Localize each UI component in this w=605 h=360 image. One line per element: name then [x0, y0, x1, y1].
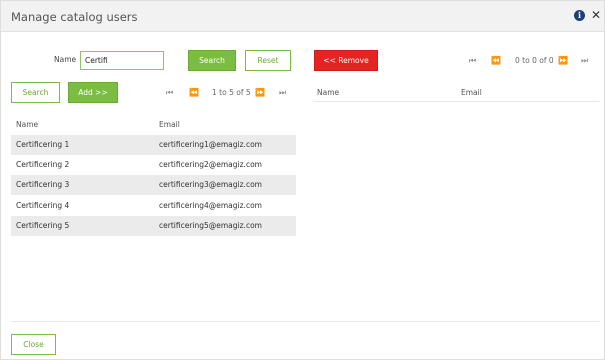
left-pager-text: 1 to 5 of 5 [212, 88, 251, 97]
row-name: Certificering 1 [16, 140, 70, 149]
name-search-input[interactable]: Certifi [80, 51, 164, 70]
row-name: Certificering 5 [16, 221, 70, 230]
row-name: Certificering 4 [16, 201, 70, 210]
close-button[interactable]: Close [11, 334, 56, 355]
previous-page-icon[interactable]: ⏪ [189, 86, 199, 100]
row-name: Certificering 3 [16, 180, 70, 189]
filter-search-button[interactable]: Search [188, 50, 236, 71]
table-row[interactable]: Certificering 5 certificering5@emagiz.co… [11, 216, 296, 236]
next-page-icon[interactable]: ⏩ [255, 86, 265, 100]
row-email: certificering1@emagiz.com [159, 140, 262, 149]
table-row[interactable]: Certificering 4 certificering4@emagiz.co… [11, 196, 296, 216]
search-button[interactable]: Search [11, 82, 60, 103]
row-email: certificering5@emagiz.com [159, 221, 262, 230]
next-page-icon[interactable]: ⏩ [558, 54, 568, 68]
left-column-name[interactable]: Name [16, 120, 38, 129]
row-email: certificering2@emagiz.com [159, 160, 262, 169]
previous-page-icon[interactable]: ⏪ [491, 54, 501, 68]
last-page-icon[interactable]: ⏭ [279, 86, 286, 100]
left-column-email[interactable]: Email [159, 120, 180, 129]
right-column-email[interactable]: Email [461, 88, 482, 97]
close-icon[interactable]: ✕ [591, 8, 601, 22]
manage-catalog-users-dialog: Manage catalog users i ✕ Name Certifi Se… [0, 0, 605, 360]
info-icon[interactable]: i [574, 10, 585, 21]
name-label: Name [54, 55, 77, 64]
reset-button[interactable]: Reset [245, 50, 291, 71]
remove-button[interactable]: << Remove [314, 50, 378, 71]
first-page-icon[interactable]: ⏮ [166, 86, 173, 100]
dialog-title: Manage catalog users [11, 10, 138, 24]
table-row[interactable]: Certificering 1 certificering1@emagiz.co… [11, 135, 296, 155]
add-button[interactable]: Add >> [68, 82, 118, 103]
right-pager: ⏮ ⏪ 0 to 0 of 0 ⏩ ⏭ [469, 54, 594, 68]
row-name: Certificering 2 [16, 160, 70, 169]
row-email: certificering4@emagiz.com [159, 201, 262, 210]
right-column-name[interactable]: Name [317, 88, 339, 97]
right-pager-text: 0 to 0 of 0 [515, 56, 554, 65]
dialog-header: Manage catalog users i ✕ [1, 1, 604, 32]
first-page-icon[interactable]: ⏮ [469, 54, 476, 68]
footer-divider [11, 321, 599, 322]
left-pager: ⏮ ⏪ 1 to 5 of 5 ⏩ ⏭ [166, 86, 291, 100]
table-row[interactable]: Certificering 2 certificering2@emagiz.co… [11, 155, 296, 175]
table-row[interactable]: Certificering 3 certificering3@emagiz.co… [11, 175, 296, 195]
last-page-icon[interactable]: ⏭ [581, 54, 588, 68]
row-email: certificering3@emagiz.com [159, 180, 262, 189]
right-table-divider [314, 101, 599, 102]
